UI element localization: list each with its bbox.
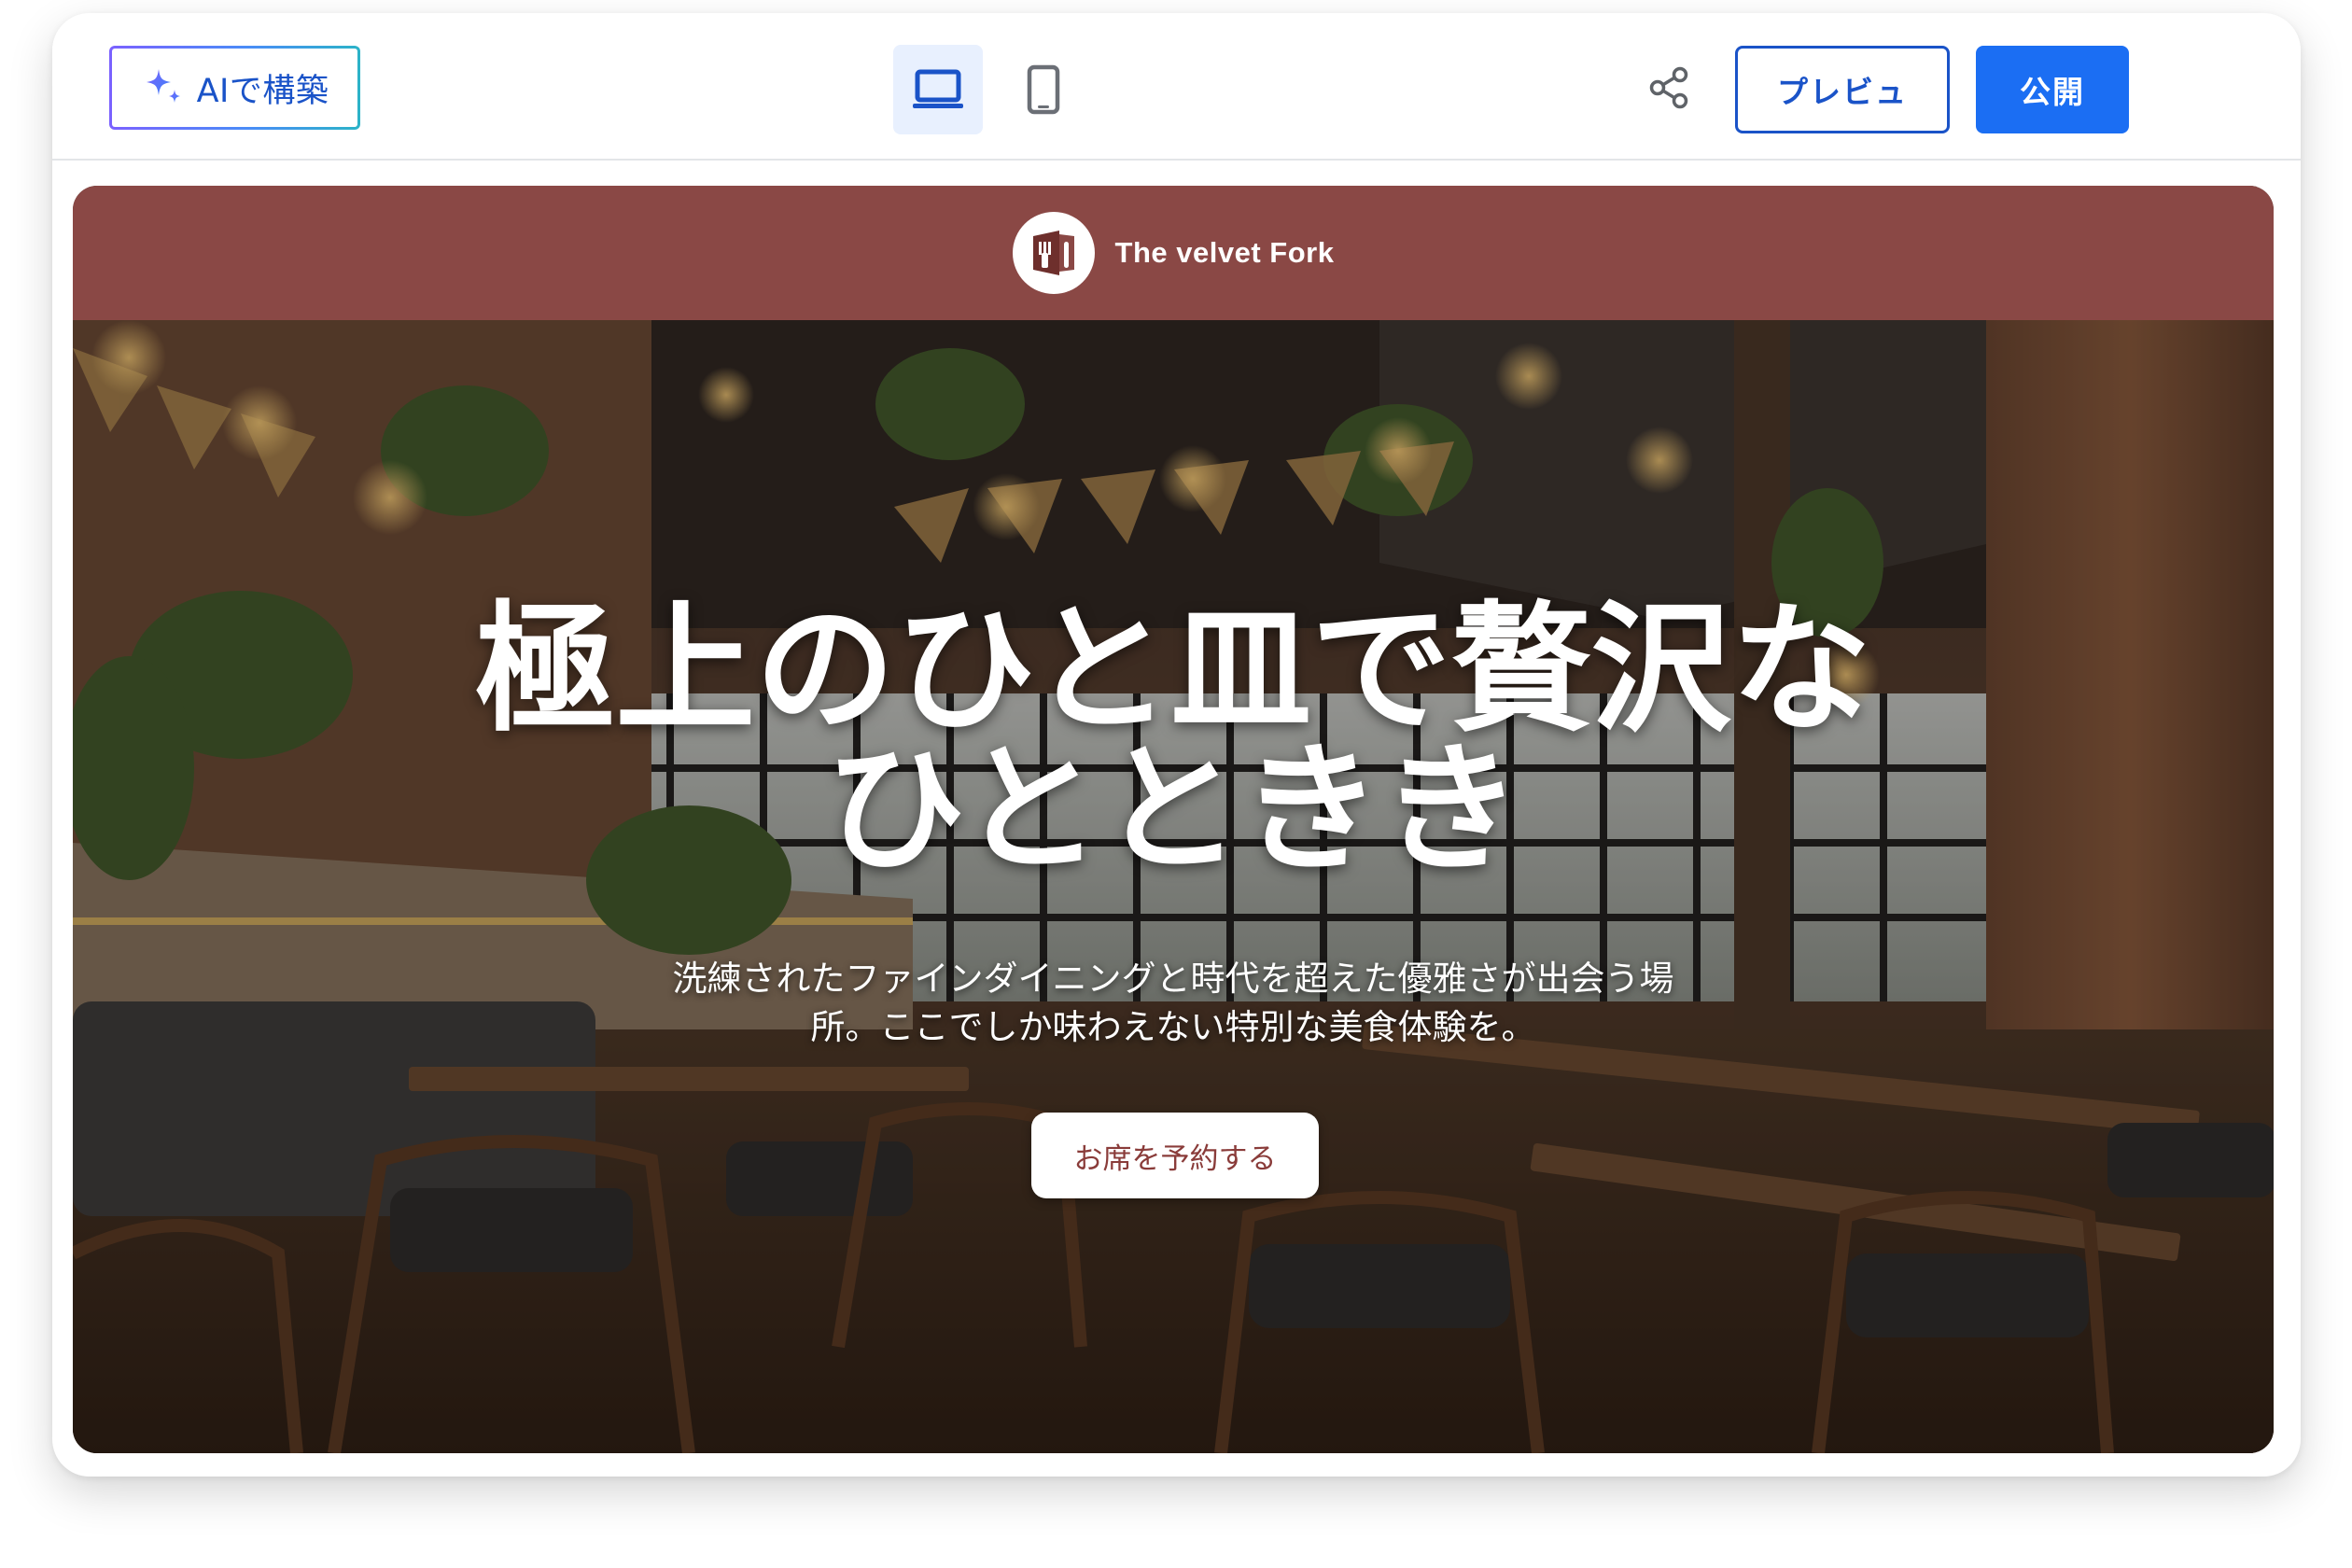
hero-subtitle-line-1: 洗練されたファインダイニングと時代を超えた優雅さが出会う場 bbox=[672, 959, 1674, 999]
hero-headline-line-1: 極上のひと皿で贅沢な bbox=[475, 589, 1871, 751]
site-header: The velvet Fork bbox=[73, 186, 2274, 320]
hero-subtitle-line-2: 所。ここでしか味わえない特別な美食体験を。 bbox=[810, 1007, 1536, 1047]
site-preview-canvas: The velvet Fork 極上のひと皿で贅沢な ひとときき 洗練されたファ… bbox=[73, 186, 2274, 1453]
ai-build-button[interactable]: AIで構築 bbox=[109, 46, 360, 130]
reserve-table-button[interactable]: お席を予約する bbox=[1031, 1113, 1319, 1198]
brand-name: The velvet Fork bbox=[1114, 236, 1335, 269]
preview-button[interactable]: プレビュ bbox=[1735, 46, 1950, 133]
website-builder-window: AIで構築 プレビュ 公開 The velvet Fork 極上のひと皿で贅沢な… bbox=[52, 13, 2301, 1477]
sparkle-icon bbox=[146, 69, 180, 103]
editor-toolbar: AIで構築 プレビュ 公開 bbox=[52, 13, 2301, 161]
hero-headline-line-2: ひとときき bbox=[825, 729, 1521, 891]
hero-headline: 極上のひと皿で贅沢な ひとときき bbox=[73, 600, 2274, 880]
desktop-view-button[interactable] bbox=[893, 45, 983, 134]
hero-section: 極上のひと皿で贅沢な ひとときき 洗練されたファインダイニングと時代を超えた優雅… bbox=[73, 320, 2274, 1453]
mobile-view-button[interactable] bbox=[999, 45, 1088, 134]
laptop-icon bbox=[913, 69, 963, 108]
site-logo[interactable] bbox=[1012, 212, 1095, 294]
publish-button[interactable]: 公開 bbox=[1976, 46, 2129, 133]
phone-icon bbox=[1027, 64, 1060, 115]
ai-build-label: AIで構築 bbox=[196, 72, 329, 110]
share-button[interactable] bbox=[1639, 58, 1699, 118]
share-icon bbox=[1649, 66, 1688, 109]
restaurant-logo-icon bbox=[1032, 231, 1074, 275]
hero-subtitle: 洗練されたファインダイニングと時代を超えた優雅さが出会う場 所。ここでしか味わえ… bbox=[73, 955, 2274, 1052]
